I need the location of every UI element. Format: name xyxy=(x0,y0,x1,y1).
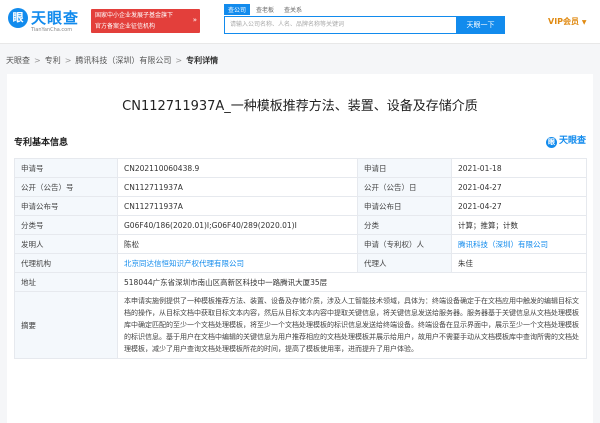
breadcrumb-separator: > xyxy=(175,56,183,65)
breadcrumb-current: 专利详情 xyxy=(186,56,219,65)
address-label: 地址 xyxy=(14,272,118,292)
patent-info-table: 申请号 CN202110060438.9 申请日 2021-01-18 公开（公… xyxy=(14,158,587,359)
brand-watermark: 眼天眼查 xyxy=(545,133,586,148)
site-logo[interactable]: 眼 天眼查 TianYanCha.com xyxy=(8,6,88,36)
breadcrumb-home[interactable]: 天眼查 xyxy=(6,56,30,65)
breadcrumb-patent[interactable]: 专利 xyxy=(45,56,61,65)
breadcrumb-separator: > xyxy=(64,56,72,65)
vip-label: VIP会员 xyxy=(548,17,580,26)
apply-pub-no-label: 申请公布号 xyxy=(14,196,118,216)
tab-relation[interactable]: 查关系 xyxy=(280,4,306,15)
address-value: 518044广东省深圳市南山区高新区科技中一路腾讯大厦35层 xyxy=(117,272,587,292)
breadcrumb-company[interactable]: 腾讯科技（深圳）有限公司 xyxy=(75,56,171,65)
category-value: 计算；推算；计数 xyxy=(451,215,587,235)
table-row: 发明人 陈松 申请（专利权）人 腾讯科技（深圳）有限公司 xyxy=(14,234,587,254)
patent-detail-card: CN112711937A_一种模板推荐方法、装置、设备及存储介质 专利基本信息 … xyxy=(7,74,593,423)
logo-text: 天眼查 xyxy=(31,9,80,27)
search-tabs: 查公司 查老板 查关系 xyxy=(224,4,308,16)
class-no-value: G06F40/186(2020.01)I;G06F40/289(2020.01)… xyxy=(117,215,358,235)
brand-text: 天眼查 xyxy=(558,136,586,146)
table-row: 地址 518044广东省深圳市南山区高新区科技中一路腾讯大厦35层 xyxy=(14,272,587,292)
agency-link[interactable]: 北京同达信恒知识产权代理有限公司 xyxy=(117,253,358,273)
class-no-label: 分类号 xyxy=(14,215,118,235)
apply-no-label: 申请号 xyxy=(14,158,118,178)
table-row: 公开（公告）号 CN112711937A 公开（公告）日 2021-04-27 xyxy=(14,177,587,197)
apply-pub-no-value: CN112711937A xyxy=(117,196,358,216)
table-row: 申请公布号 CN112711937A 申请公布日 2021-04-27 xyxy=(14,196,587,216)
inventor-label: 发明人 xyxy=(14,234,118,254)
logo-mark-icon: 眼 xyxy=(8,8,28,28)
tab-company[interactable]: 查公司 xyxy=(224,4,251,15)
pub-no-label: 公开（公告）号 xyxy=(14,177,118,197)
apply-date-value: 2021-01-18 xyxy=(451,158,587,178)
pub-no-value: CN112711937A xyxy=(117,177,358,197)
applicant-label: 申请（专利权）人 xyxy=(357,234,452,254)
promo-banner[interactable]: 国家中小企业发展子基金旗下 官方备案企业征信机构 » xyxy=(91,9,200,33)
abstract-text: 本申请实施例提供了一种模板推荐方法、装置、设备及存储介质，涉及人工智能技术领域，… xyxy=(117,291,587,359)
table-row: 申请号 CN202110060438.9 申请日 2021-01-18 xyxy=(14,158,587,178)
pub-date-label: 公开（公告）日 xyxy=(357,177,452,197)
agency-label: 代理机构 xyxy=(14,253,118,273)
table-row: 摘要 本申请实施例提供了一种模板推荐方法、装置、设备及存储介质，涉及人工智能技术… xyxy=(14,291,587,359)
top-header: 眼 天眼查 TianYanCha.com 国家中小企业发展子基金旗下 官方备案企… xyxy=(0,0,600,44)
breadcrumb-separator: > xyxy=(34,56,41,65)
apply-pub-date-value: 2021-04-27 xyxy=(451,196,587,216)
category-label: 分类 xyxy=(357,215,452,235)
promo-line-1: 国家中小企业发展子基金旗下 xyxy=(95,12,174,19)
agent-value: 朱佳 xyxy=(451,253,587,273)
search-button[interactable]: 天眼一下 xyxy=(456,16,505,34)
chevron-down-icon: ▼ xyxy=(581,19,587,26)
apply-no-value: CN202110060438.9 xyxy=(117,158,358,178)
page-title: CN112711937A_一种模板推荐方法、装置、设备及存储介质 xyxy=(122,99,478,114)
promo-line-2: 官方备案企业征信机构 xyxy=(95,23,156,30)
agent-label: 代理人 xyxy=(357,253,452,273)
logo-domain: TianYanCha.com xyxy=(31,27,73,33)
inventor-value: 陈松 xyxy=(117,234,358,254)
search-input[interactable]: 请输入公司名称、人名、品牌名称等关键词 xyxy=(224,16,456,34)
section-title: 专利基本信息 xyxy=(14,138,69,148)
table-row: 分类号 G06F40/186(2020.01)I;G06F40/289(2020… xyxy=(14,215,587,235)
vip-menu[interactable]: VIP会员 ▼ xyxy=(548,16,586,27)
apply-pub-date-label: 申请公布日 xyxy=(357,196,452,216)
applicant-link[interactable]: 腾讯科技（深圳）有限公司 xyxy=(451,234,587,254)
abstract-label: 摘要 xyxy=(14,291,118,359)
tab-boss[interactable]: 查老板 xyxy=(252,4,278,15)
brand-eye-icon: 眼 xyxy=(545,137,557,148)
apply-date-label: 申请日 xyxy=(357,158,452,178)
breadcrumb: 天眼查 > 专利 > 腾讯科技（深圳）有限公司 > 专利详情 xyxy=(6,55,218,66)
promo-arrow-icon: » xyxy=(192,16,197,24)
table-row: 代理机构 北京同达信恒知识产权代理有限公司 代理人 朱佳 xyxy=(14,253,587,273)
pub-date-value: 2021-04-27 xyxy=(451,177,587,197)
